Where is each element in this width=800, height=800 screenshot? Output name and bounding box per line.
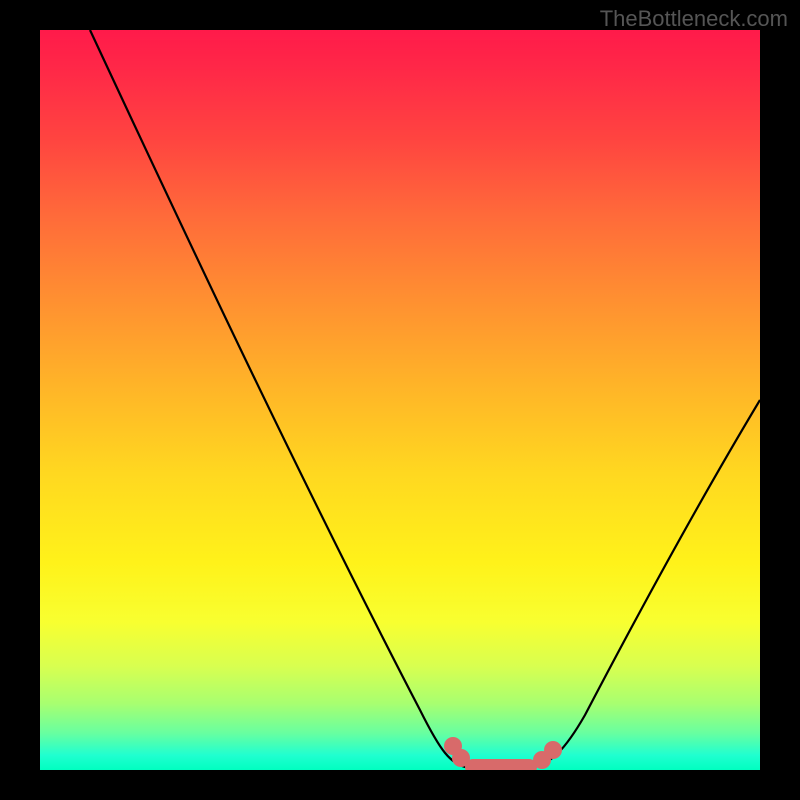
plot-area: [40, 30, 760, 770]
curve-layer: [40, 30, 760, 770]
bottleneck-curve-line: [90, 30, 760, 768]
marker-region: [444, 737, 562, 770]
chart-container: TheBottleneck.com: [0, 0, 800, 800]
marker-bar: [465, 759, 537, 770]
watermark-text: TheBottleneck.com: [600, 6, 788, 32]
marker-dot: [544, 741, 562, 759]
